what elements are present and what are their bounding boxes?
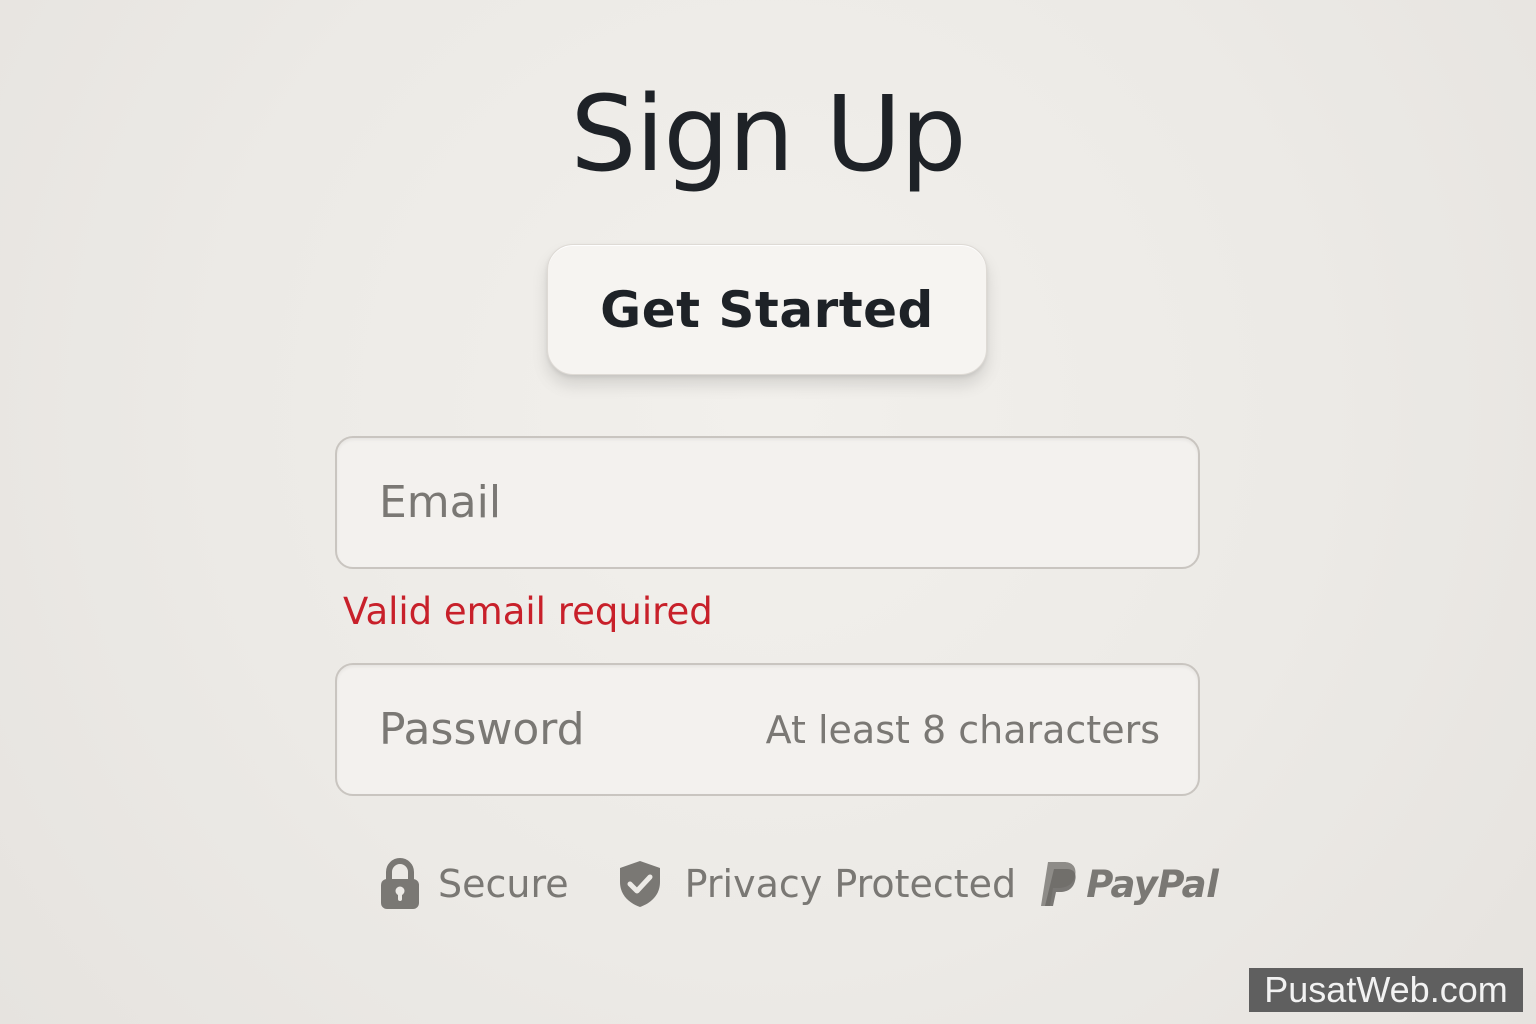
paypal-logo-icon [1041, 862, 1076, 906]
trust-badge-privacy-label: Privacy Protected [684, 862, 1017, 906]
page-title: Sign Up [570, 73, 966, 195]
trust-badge-secure: Secure [380, 858, 569, 910]
password-hint: At least 8 characters [765, 707, 1160, 752]
get-started-button[interactable]: Get Started [547, 244, 987, 375]
paypal-wordmark: PayPal [1086, 862, 1219, 906]
trust-badges: Secure Privacy Protected PayPal [380, 852, 1219, 916]
get-started-button-label: Get Started [600, 280, 934, 339]
email-field-container[interactable] [335, 436, 1200, 569]
email-error-message: Valid email required [343, 590, 713, 633]
shield-check-icon [619, 861, 660, 907]
email-input[interactable] [379, 438, 1139, 567]
password-input[interactable] [379, 665, 759, 794]
trust-badge-paypal: PayPal [1040, 860, 1219, 908]
trust-badge-privacy: Privacy Protected [617, 859, 1017, 909]
lock-icon [381, 858, 419, 909]
password-field-container[interactable]: At least 8 characters [335, 663, 1200, 796]
watermark: PusatWeb.com [1249, 968, 1523, 1012]
trust-badge-secure-label: Secure [438, 862, 569, 906]
